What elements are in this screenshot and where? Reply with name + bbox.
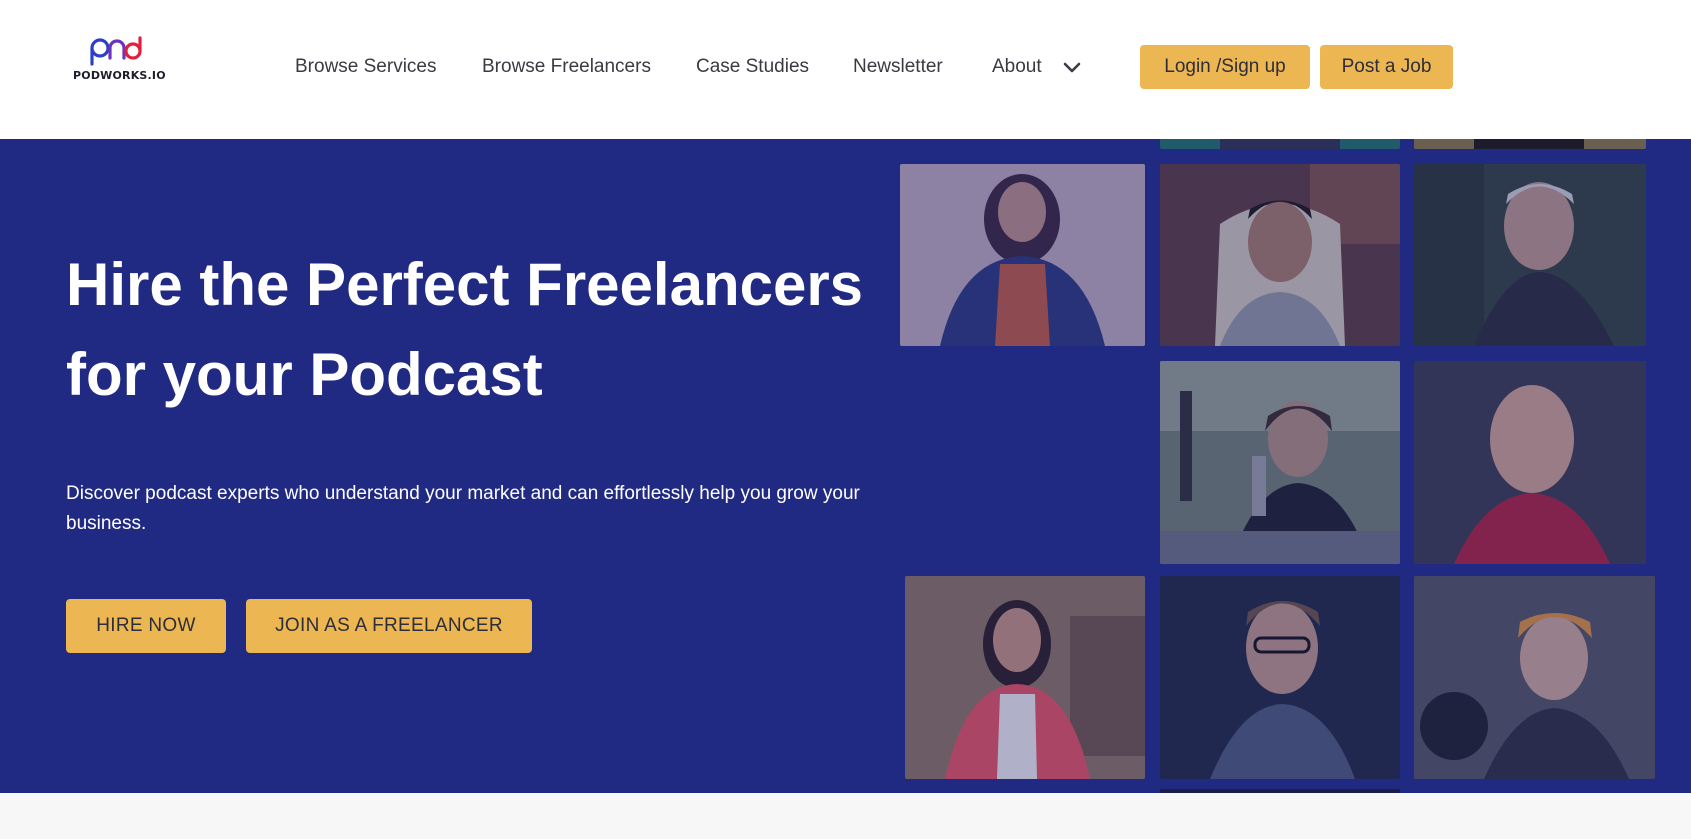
freelancer-photo [905, 576, 1145, 779]
nav-browse-services[interactable]: Browse Services [295, 54, 437, 80]
join-as-freelancer-button[interactable]: JOIN AS A FREELANCER [246, 599, 532, 653]
nav-case-studies[interactable]: Case Studies [696, 54, 809, 80]
freelancer-photo [900, 164, 1145, 346]
next-section [0, 793, 1691, 839]
hero-title-line-2: for your Podcast [66, 341, 543, 408]
hero-subtitle: Discover podcast experts who understand … [66, 483, 860, 534]
hero-title-line-1: Hire the Perfect Freelancers [66, 251, 864, 318]
site-header: PODWORKS.IO Browse Services Browse Freel… [0, 0, 1691, 139]
post-a-job-button[interactable]: Post a Job [1320, 45, 1453, 89]
podworks-logo[interactable]: PODWORKS.IO [70, 36, 166, 86]
logo-text: PODWORKS.IO [73, 69, 166, 82]
freelancer-photo [1414, 164, 1646, 346]
hire-now-button[interactable]: HIRE NOW [66, 599, 226, 653]
nav-browse-freelancers[interactable]: Browse Freelancers [482, 54, 651, 80]
logo-mark-icon [90, 36, 142, 66]
freelancer-photo [1414, 576, 1655, 779]
login-signup-button[interactable]: Login /Sign up [1140, 45, 1310, 89]
page: PODWORKS.IO Browse Services Browse Freel… [0, 0, 1691, 839]
chevron-down-icon[interactable] [1062, 58, 1082, 76]
freelancer-photo-partial [1414, 139, 1646, 149]
freelancer-photo [1160, 164, 1400, 346]
hero-title: Hire the Perfect Freelancers for your Po… [66, 240, 906, 420]
freelancer-photo [1414, 361, 1646, 564]
nav-about[interactable]: About [992, 54, 1042, 80]
nav-newsletter[interactable]: Newsletter [853, 54, 943, 80]
freelancer-photo-partial [1160, 139, 1400, 149]
freelancer-photo [1160, 576, 1400, 779]
freelancer-photo [1160, 361, 1400, 564]
hero-section: Hire the Perfect Freelancers for your Po… [0, 139, 1691, 793]
